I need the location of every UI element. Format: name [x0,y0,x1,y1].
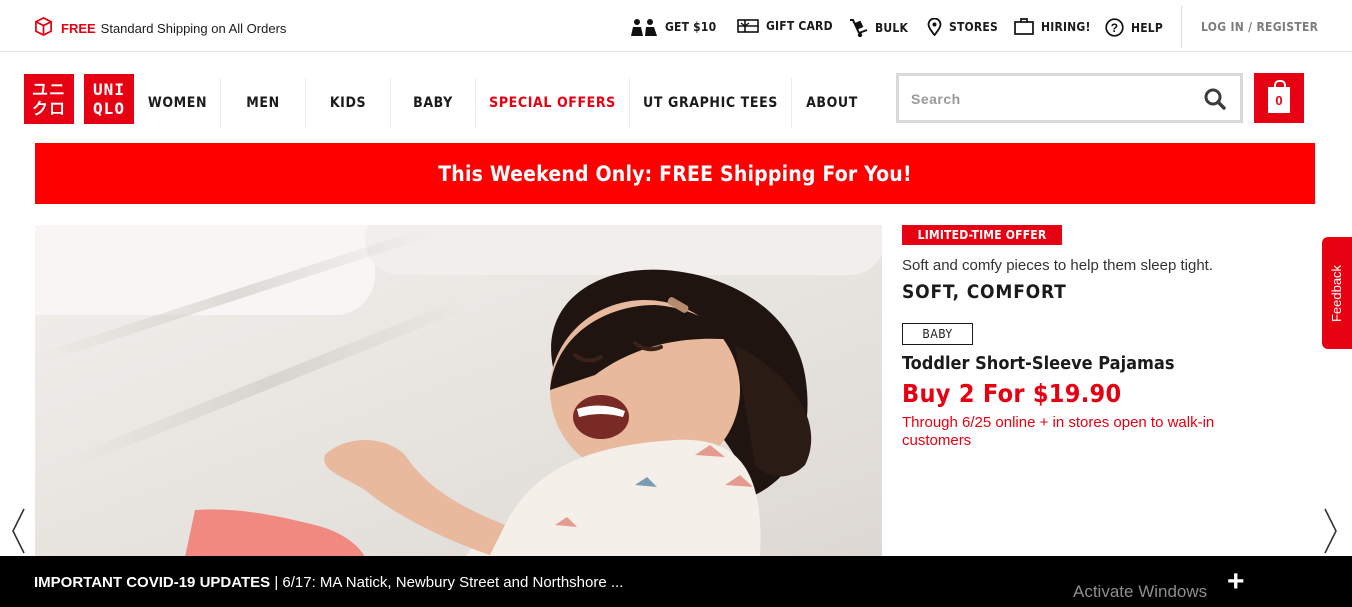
nav-women[interactable]: WOMEN [135,78,221,128]
logo-latin-top: UNI [93,80,125,99]
carousel-next-arrow[interactable] [1323,507,1339,560]
product-name[interactable]: Toddler Short-Sleeve Pajamas [902,353,1174,374]
login-register-link[interactable]: LOG IN / REGISTER [1201,20,1318,34]
shipping-promo[interactable]: FREE Standard Shipping on All Orders [34,16,287,39]
nav-men[interactable]: MEN [221,78,306,128]
covid-title: IMPORTANT COVID-19 UPDATES [34,574,271,591]
promo-headline: SOFT, COMFORT [902,281,1067,303]
nav-baby[interactable]: BABY [391,78,476,128]
uniqlo-latin-logo[interactable]: UNI QLO [84,74,134,124]
stores-link[interactable]: STORES [927,18,998,36]
map-pin-icon [927,18,942,36]
gift-card-label: GIFT CARD [766,19,833,33]
cart-count: 0 [1275,92,1283,108]
carousel-prev-arrow[interactable] [10,507,26,560]
limited-time-offer-tag: LIMITED-TIME OFFER [902,225,1062,245]
promo-free-label: FREE [61,20,96,36]
chevron-left-icon [12,508,25,554]
help-link[interactable]: ? HELP [1105,18,1163,37]
feedback-tab[interactable]: Feedback [1322,237,1352,349]
feedback-label: Feedback [1329,264,1345,322]
get-10-link[interactable]: GET $10 [630,18,716,36]
nav-kids[interactable]: KIDS [306,78,391,128]
promo-subtext: Soft and comfy pieces to help them sleep… [902,257,1214,274]
logo-latin-bottom: QLO [93,99,125,118]
briefcase-icon [1014,18,1034,35]
category-badge[interactable]: BABY [902,323,973,345]
free-shipping-banner[interactable]: This Weekend Only: FREE Shipping For You… [35,143,1315,204]
main-nav: WOMEN MEN KIDS BABY SPECIAL OFFERS UT GR… [135,78,872,128]
product-price: Buy 2 For $19.90 [902,379,1122,408]
hand-truck-icon [848,18,868,38]
expand-plus-icon[interactable]: + [1227,567,1245,597]
nav-ut-graphic-tees[interactable]: UT GRAPHIC TEES [630,78,792,128]
utility-bar: FREE Standard Shipping on All Orders GET… [0,0,1352,52]
cart-button[interactable]: 0 [1254,73,1304,123]
hiring-link[interactable]: HIRING! [1014,18,1091,35]
chevron-right-icon [1324,508,1337,554]
question-circle-icon: ? [1105,18,1124,37]
gift-card-link[interactable]: GIFT CARD [737,18,833,34]
bulk-label: BULK [875,21,909,35]
hiring-label: HIRING! [1041,19,1091,34]
activate-windows-watermark: Activate Windows [1073,582,1208,601]
banner-text: This Weekend Only: FREE Shipping For You… [438,161,912,186]
hero-image-toddler[interactable] [35,225,882,557]
toddler-illustration [185,269,812,557]
topbar-divider [1181,6,1182,48]
bulk-link[interactable]: BULK [848,18,908,38]
nav-special-offers[interactable]: SPECIAL OFFERS [476,78,630,128]
promo-text: Standard Shipping on All Orders [100,20,287,36]
covid-text: | 6/17: MA Natick, Newbury Street and No… [274,574,624,591]
uniqlo-katakana-logo[interactable]: ユニ クロ [24,74,74,124]
svg-text:?: ? [1111,21,1119,35]
box-icon [34,16,53,39]
gift-card-icon [737,18,759,34]
stores-label: STORES [949,20,998,34]
nav-about[interactable]: ABOUT [792,78,872,128]
referral-people-icon [630,18,658,36]
search-input[interactable] [909,84,1193,114]
get-10-label: GET $10 [665,20,717,34]
search-box [896,73,1243,123]
availability-note: Through 6/25 online + in stores open to … [902,414,1215,449]
logo-katakana-top: ユニ [31,80,66,99]
search-icon[interactable] [1204,88,1226,115]
shopping-bag-icon: 0 [1268,80,1290,113]
logo-katakana-bottom: クロ [31,99,66,118]
help-label: HELP [1131,20,1164,35]
